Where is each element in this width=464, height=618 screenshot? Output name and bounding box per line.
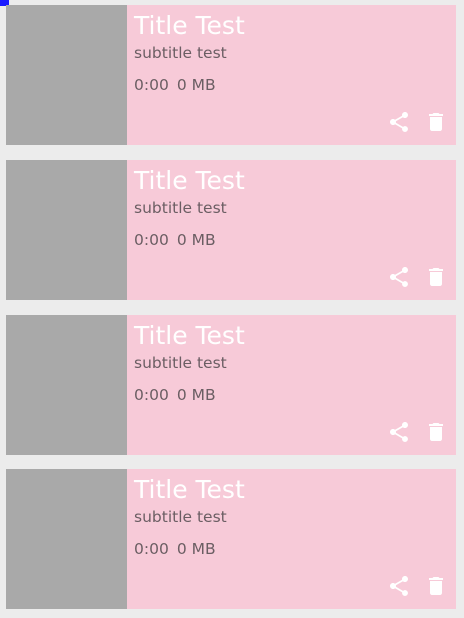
item-actions — [387, 110, 448, 134]
item-info: Title Test subtitle test 0:00 0 MB — [127, 469, 456, 609]
item-duration: 0:00 — [134, 231, 169, 249]
thumbnail-placeholder — [6, 469, 127, 609]
trash-icon[interactable] — [424, 574, 448, 598]
item-size: 0 MB — [176, 386, 216, 404]
share-icon[interactable] — [387, 574, 411, 598]
item-meta: 0:00 0 MB — [134, 231, 216, 249]
list-item[interactable]: Title Test subtitle test 0:00 0 MB — [6, 315, 456, 455]
item-actions — [387, 574, 448, 598]
item-size: 0 MB — [176, 76, 216, 94]
list-container: Title Test subtitle test 0:00 0 MB Title … — [0, 0, 464, 618]
item-size: 0 MB — [176, 540, 216, 558]
item-subtitle: subtitle test — [134, 199, 227, 217]
item-duration: 0:00 — [134, 540, 169, 558]
share-icon[interactable] — [387, 420, 411, 444]
item-meta: 0:00 0 MB — [134, 540, 216, 558]
item-meta: 0:00 0 MB — [134, 76, 216, 94]
item-subtitle: subtitle test — [134, 44, 227, 62]
thumbnail-placeholder — [6, 5, 127, 145]
item-duration: 0:00 — [134, 386, 169, 404]
item-meta: 0:00 0 MB — [134, 386, 216, 404]
list-item[interactable]: Title Test subtitle test 0:00 0 MB — [6, 5, 456, 145]
item-title: Title Test — [134, 475, 245, 504]
item-title: Title Test — [134, 166, 245, 195]
item-size: 0 MB — [176, 231, 216, 249]
thumbnail-placeholder — [6, 160, 127, 300]
item-title: Title Test — [134, 321, 245, 350]
share-icon[interactable] — [387, 265, 411, 289]
item-title: Title Test — [134, 11, 245, 40]
item-info: Title Test subtitle test 0:00 0 MB — [127, 160, 456, 300]
item-subtitle: subtitle test — [134, 354, 227, 372]
share-icon[interactable] — [387, 110, 411, 134]
trash-icon[interactable] — [424, 265, 448, 289]
list-item[interactable]: Title Test subtitle test 0:00 0 MB — [6, 469, 456, 609]
thumbnail-placeholder — [6, 315, 127, 455]
trash-icon[interactable] — [424, 420, 448, 444]
item-subtitle: subtitle test — [134, 508, 227, 526]
item-info: Title Test subtitle test 0:00 0 MB — [127, 315, 456, 455]
item-info: Title Test subtitle test 0:00 0 MB — [127, 5, 456, 145]
item-actions — [387, 420, 448, 444]
list-item[interactable]: Title Test subtitle test 0:00 0 MB — [6, 160, 456, 300]
item-actions — [387, 265, 448, 289]
item-duration: 0:00 — [134, 76, 169, 94]
trash-icon[interactable] — [424, 110, 448, 134]
